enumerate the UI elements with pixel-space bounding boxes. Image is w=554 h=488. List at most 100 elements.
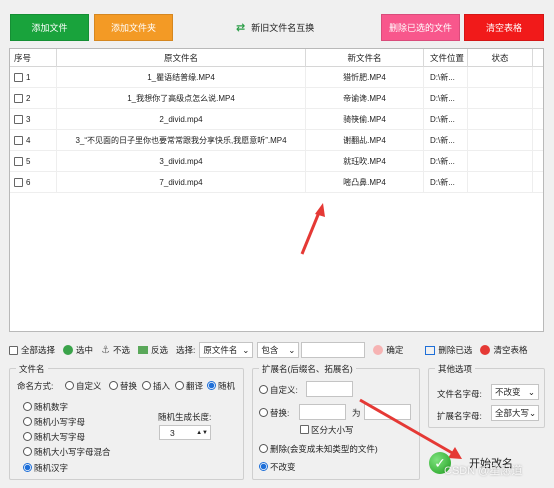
filename-case-select[interactable]: 不改变 ⌄ [491,384,539,400]
new-name-cell: 谢翻乩.MP4 [306,130,424,151]
row-index-cell[interactable]: 2 [10,88,57,109]
radio-icon [23,402,32,411]
random-uppercase-radio[interactable]: 随机大写字母 [23,431,85,443]
row-checkbox[interactable] [14,136,23,145]
clear-table-small-button[interactable]: 清空表格 [480,344,527,356]
swap-icon: ⇄ [236,22,246,34]
file-table: 序号 原文件名 新文件名 文件位置 状态 1 1_瞿语结普缘.MP4 猎忻肥.MP4… [9,48,544,332]
delete-selected-rows-label: 删除已选 [438,345,473,355]
row-index-cell[interactable]: 5 [10,151,57,172]
select-all-label: 全部选择 [21,345,56,355]
confirm-label: 确定 [386,345,404,355]
row-checkbox[interactable] [14,94,23,103]
radio-selected-icon [23,463,32,472]
random-chinese-radio[interactable]: 随机汉字 [23,462,68,474]
table-row[interactable]: 4 3_“不见面的日子里你也要常常跟我分享快乐,我愿意听”.MP4 谢翻乩.MP4 D… [10,130,543,151]
radio-icon [23,447,32,456]
ext-no-change-label: 不改变 [270,462,296,472]
table-row[interactable]: 3 2_divid.mp4 骑筷偷.MP4 D:\新... [10,109,543,130]
row-checkbox[interactable] [14,178,23,187]
other-options-title: 其他选项 [435,363,476,375]
match-select[interactable]: 包含 ⌄ [257,342,300,358]
add-file-button[interactable]: 添加文件 [10,14,89,41]
case-sensitive-label: 区分大小写 [311,425,354,435]
column-header-location[interactable]: 文件位置 [424,49,468,67]
table-row[interactable]: 6 7_divid.mp4 嘧凸鼻.MP4 D:\新... [10,172,543,193]
column-header-original-name[interactable]: 原文件名 [57,49,306,67]
random-uppercase-label: 随机大写字母 [34,432,86,442]
random-lowercase-label: 随机小写字母 [34,417,86,427]
ext-replace-label: 替换: [270,408,290,418]
mode-custom-radio[interactable]: 自定义 [65,380,102,392]
ext-custom-label: 自定义: [270,385,298,395]
match-select-value: 包含 [261,345,279,355]
mode-random-radio[interactable]: 随机 [207,380,235,392]
original-name-cell: 1_我想你了高级点怎么说.MP4 [57,88,306,109]
random-mixed-case-radio[interactable]: 随机大小写字母混合 [23,446,111,458]
delete-selected-rows-button[interactable]: 删除已选 [425,344,472,356]
ext-replace-radio[interactable]: 替换: [259,407,289,419]
field-select-value: 原文件名 [203,345,238,355]
spinner-arrows-icon[interactable]: ▲▼ [196,430,208,436]
mode-replace-label: 替换 [120,381,138,391]
random-lowercase-radio[interactable]: 随机小写字母 [23,416,85,428]
ext-custom-input[interactable] [306,381,353,397]
row-index-cell[interactable]: 1 [10,67,57,88]
new-name-cell: 就珏吹.MP4 [306,151,424,172]
row-checkbox[interactable] [14,157,23,166]
confirm-button[interactable]: 确定 [373,344,403,356]
deselect-button[interactable]: ⚓ 不选 [101,344,130,356]
invert-button[interactable]: 反选 [138,344,168,356]
clear-table-button[interactable]: 清空表格 [464,14,544,41]
delete-selected-files-button[interactable]: 删除已选的文件 [381,14,460,41]
status-cell [468,67,533,88]
selection-bar: 全部选择 选中 ⚓ 不选 反选 选择: 原文件名 ⌄ 包含 ⌄ 确定 删除已选 … [9,341,544,359]
table-row[interactable]: 1 1_瞿语结普缘.MP4 猎忻肥.MP4 D:\新... [10,67,543,88]
radio-selected-icon [259,462,268,471]
row-checkbox[interactable] [14,73,23,82]
row-index: 4 [26,136,31,145]
location-cell: D:\新... [424,88,468,109]
table-row[interactable]: 2 1_我想你了高级点怎么说.MP4 帝谕谗.MP4 D:\新... [10,88,543,109]
filename-case-value: 不改变 [495,387,521,397]
mode-insert-radio[interactable]: 插入 [142,380,170,392]
select-all-checkbox[interactable]: 全部选择 [9,344,55,356]
ext-no-change-radio[interactable]: 不改变 [259,461,296,473]
column-header-status[interactable]: 状态 [468,49,533,67]
status-cell [468,151,533,172]
original-name-cell: 7_divid.mp4 [57,172,306,193]
swap-names-button[interactable]: ⇄ 新旧文件名互换 [236,20,314,36]
choose-label: 选择: [176,345,196,355]
row-index: 2 [26,94,31,103]
mode-custom-label: 自定义 [76,381,102,391]
row-checkbox[interactable] [14,115,23,124]
mode-translate-radio[interactable]: 翻译 [175,380,203,392]
mode-replace-radio[interactable]: 替换 [109,380,137,392]
row-index-cell[interactable]: 4 [10,130,57,151]
column-header-index[interactable]: 序号 [10,49,57,67]
location-cell: D:\新... [424,109,468,130]
select-button[interactable]: 选中 [63,344,93,356]
row-index-cell[interactable]: 3 [10,109,57,130]
add-folder-button[interactable]: 添加文件夹 [94,14,173,41]
mode-translate-label: 翻译 [186,381,204,391]
column-header-new-name[interactable]: 新文件名 [306,49,424,67]
deselect-label: 不选 [113,345,131,355]
swap-names-label: 新旧文件名互换 [251,23,315,33]
radio-icon [142,381,151,390]
random-length-spinner[interactable]: 3 ▲▼ [159,425,211,440]
ext-case-select[interactable]: 全部大写 ⌄ [491,405,539,421]
filename-group-title: 文件名 [16,363,48,375]
filter-text-input[interactable] [301,342,366,358]
ext-custom-radio[interactable]: 自定义: [259,384,298,396]
original-name-cell: 3_“不见面的日子里你也要常常跟我分享快乐,我愿意听”.MP4 [57,130,306,151]
radio-icon [259,408,268,417]
table-row[interactable]: 5 3_divid.mp4 就珏吹.MP4 D:\新... [10,151,543,172]
invert-icon [138,346,149,354]
original-name-cell: 3_divid.mp4 [57,151,306,172]
row-index-cell[interactable]: 6 [10,172,57,193]
case-sensitive-checkbox[interactable]: 区分大小写 [300,424,354,436]
field-select[interactable]: 原文件名 ⌄ [199,342,254,358]
ext-replace-from-input[interactable] [299,404,346,420]
random-digits-radio[interactable]: 随机数字 [23,401,68,413]
